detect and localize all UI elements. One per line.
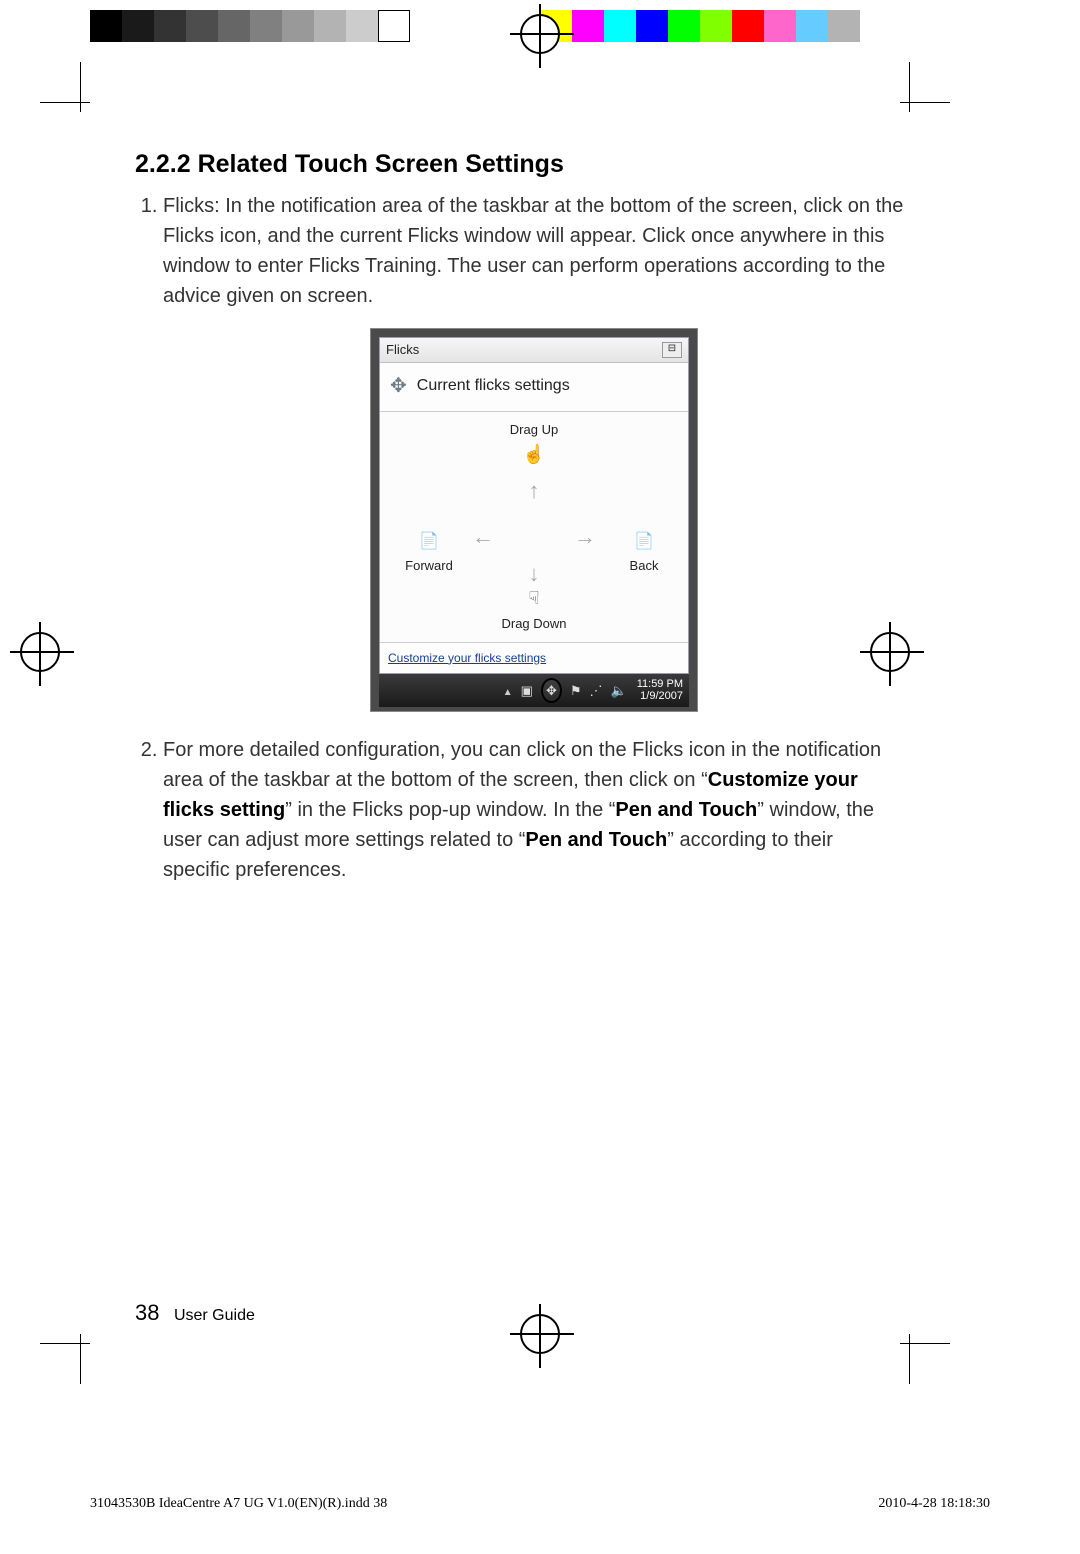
customize-flicks-link[interactable]: Customize your flicks settings [388, 651, 546, 665]
tray-flag-icon[interactable]: ⚑ [570, 681, 582, 701]
drag-down-label: Drag Down [501, 616, 566, 631]
page-footer: 38 User Guide [135, 1300, 255, 1326]
window-header-text: Current flicks settings [417, 374, 570, 398]
system-tray: ▣ ✥ ⚑ ⋰ 🔈 [503, 678, 627, 704]
flicks-icon: ✥ [390, 371, 407, 401]
forward-label: Forward [405, 558, 453, 573]
crop-mark [890, 62, 950, 122]
arrow-up-icon: ↑ [529, 474, 540, 507]
drag-up-label: Drag Up [510, 422, 558, 437]
flicks-diagram[interactable]: Drag Up ☝ 📄 Forward 📄 Back ☟ [380, 412, 688, 642]
page-content: 2.2.2 Related Touch Screen Settings Flic… [135, 150, 905, 899]
item2-part: ” in the Flicks pop-up window. In the “ [285, 799, 615, 821]
arrow-left-icon: ← [472, 520, 494, 553]
section-title-text: Related Touch Screen Settings [198, 150, 564, 178]
section-number: 2.2.2 [135, 150, 191, 178]
registration-mark-bottom [520, 1314, 560, 1354]
list-item-1-text: Flicks: In the notification area of the … [163, 195, 903, 307]
crop-mark [890, 1324, 950, 1384]
prepress-slug: 31043530B IdeaCentre A7 UG V1.0(EN)(R).i… [90, 1496, 990, 1512]
crop-mark [40, 1324, 100, 1384]
close-icon[interactable]: ⊟ [662, 342, 682, 358]
list-item: For more detailed configuration, you can… [163, 735, 905, 885]
tray-network-icon[interactable]: ⋰ [590, 681, 603, 701]
process-colorbar [540, 10, 860, 42]
slug-filename: 31043530B IdeaCentre A7 UG V1.0(EN)(R).i… [90, 1496, 387, 1512]
slug-timestamp: 2010-4-28 18:18:30 [878, 1496, 990, 1512]
back-label: Back [630, 558, 659, 573]
tray-date-text: 1/9/2007 [637, 690, 683, 702]
tray-time-text: 11:59 PM [637, 678, 683, 690]
section-heading: 2.2.2 Related Touch Screen Settings [135, 150, 905, 179]
list-item: Flicks: In the notification area of the … [163, 191, 905, 711]
item2-bold3: Pen and Touch [525, 829, 667, 851]
forward-icon: 📄 [394, 530, 464, 554]
guide-label: User Guide [174, 1307, 255, 1324]
registration-mark-top [520, 14, 560, 54]
tray-expand-icon[interactable] [503, 681, 513, 701]
item2-bold2: Pen and Touch [615, 799, 757, 821]
flicks-tray-icon[interactable]: ✥ [541, 678, 562, 704]
hand-up-icon: ☝ [380, 441, 688, 468]
grayscale-colorbar [90, 10, 410, 42]
arrow-right-icon: → [574, 520, 596, 553]
tray-clock[interactable]: 11:59 PM 1/9/2007 [637, 678, 683, 702]
back-icon: 📄 [614, 530, 674, 554]
crop-mark [40, 62, 100, 122]
arrow-down-icon: ↓ [529, 557, 540, 590]
taskbar: ▣ ✥ ⚑ ⋰ 🔈 11:59 PM 1/9/2007 [379, 674, 689, 708]
flicks-window-screenshot: Flicks ⊟ ✥ Current flicks settings Drag … [371, 329, 697, 711]
page-number: 38 [135, 1300, 159, 1325]
registration-mark-left [20, 632, 60, 672]
window-title: Flicks [386, 340, 419, 360]
tray-volume-icon[interactable]: 🔈 [611, 681, 627, 701]
tray-icon[interactable]: ▣ [521, 681, 533, 701]
